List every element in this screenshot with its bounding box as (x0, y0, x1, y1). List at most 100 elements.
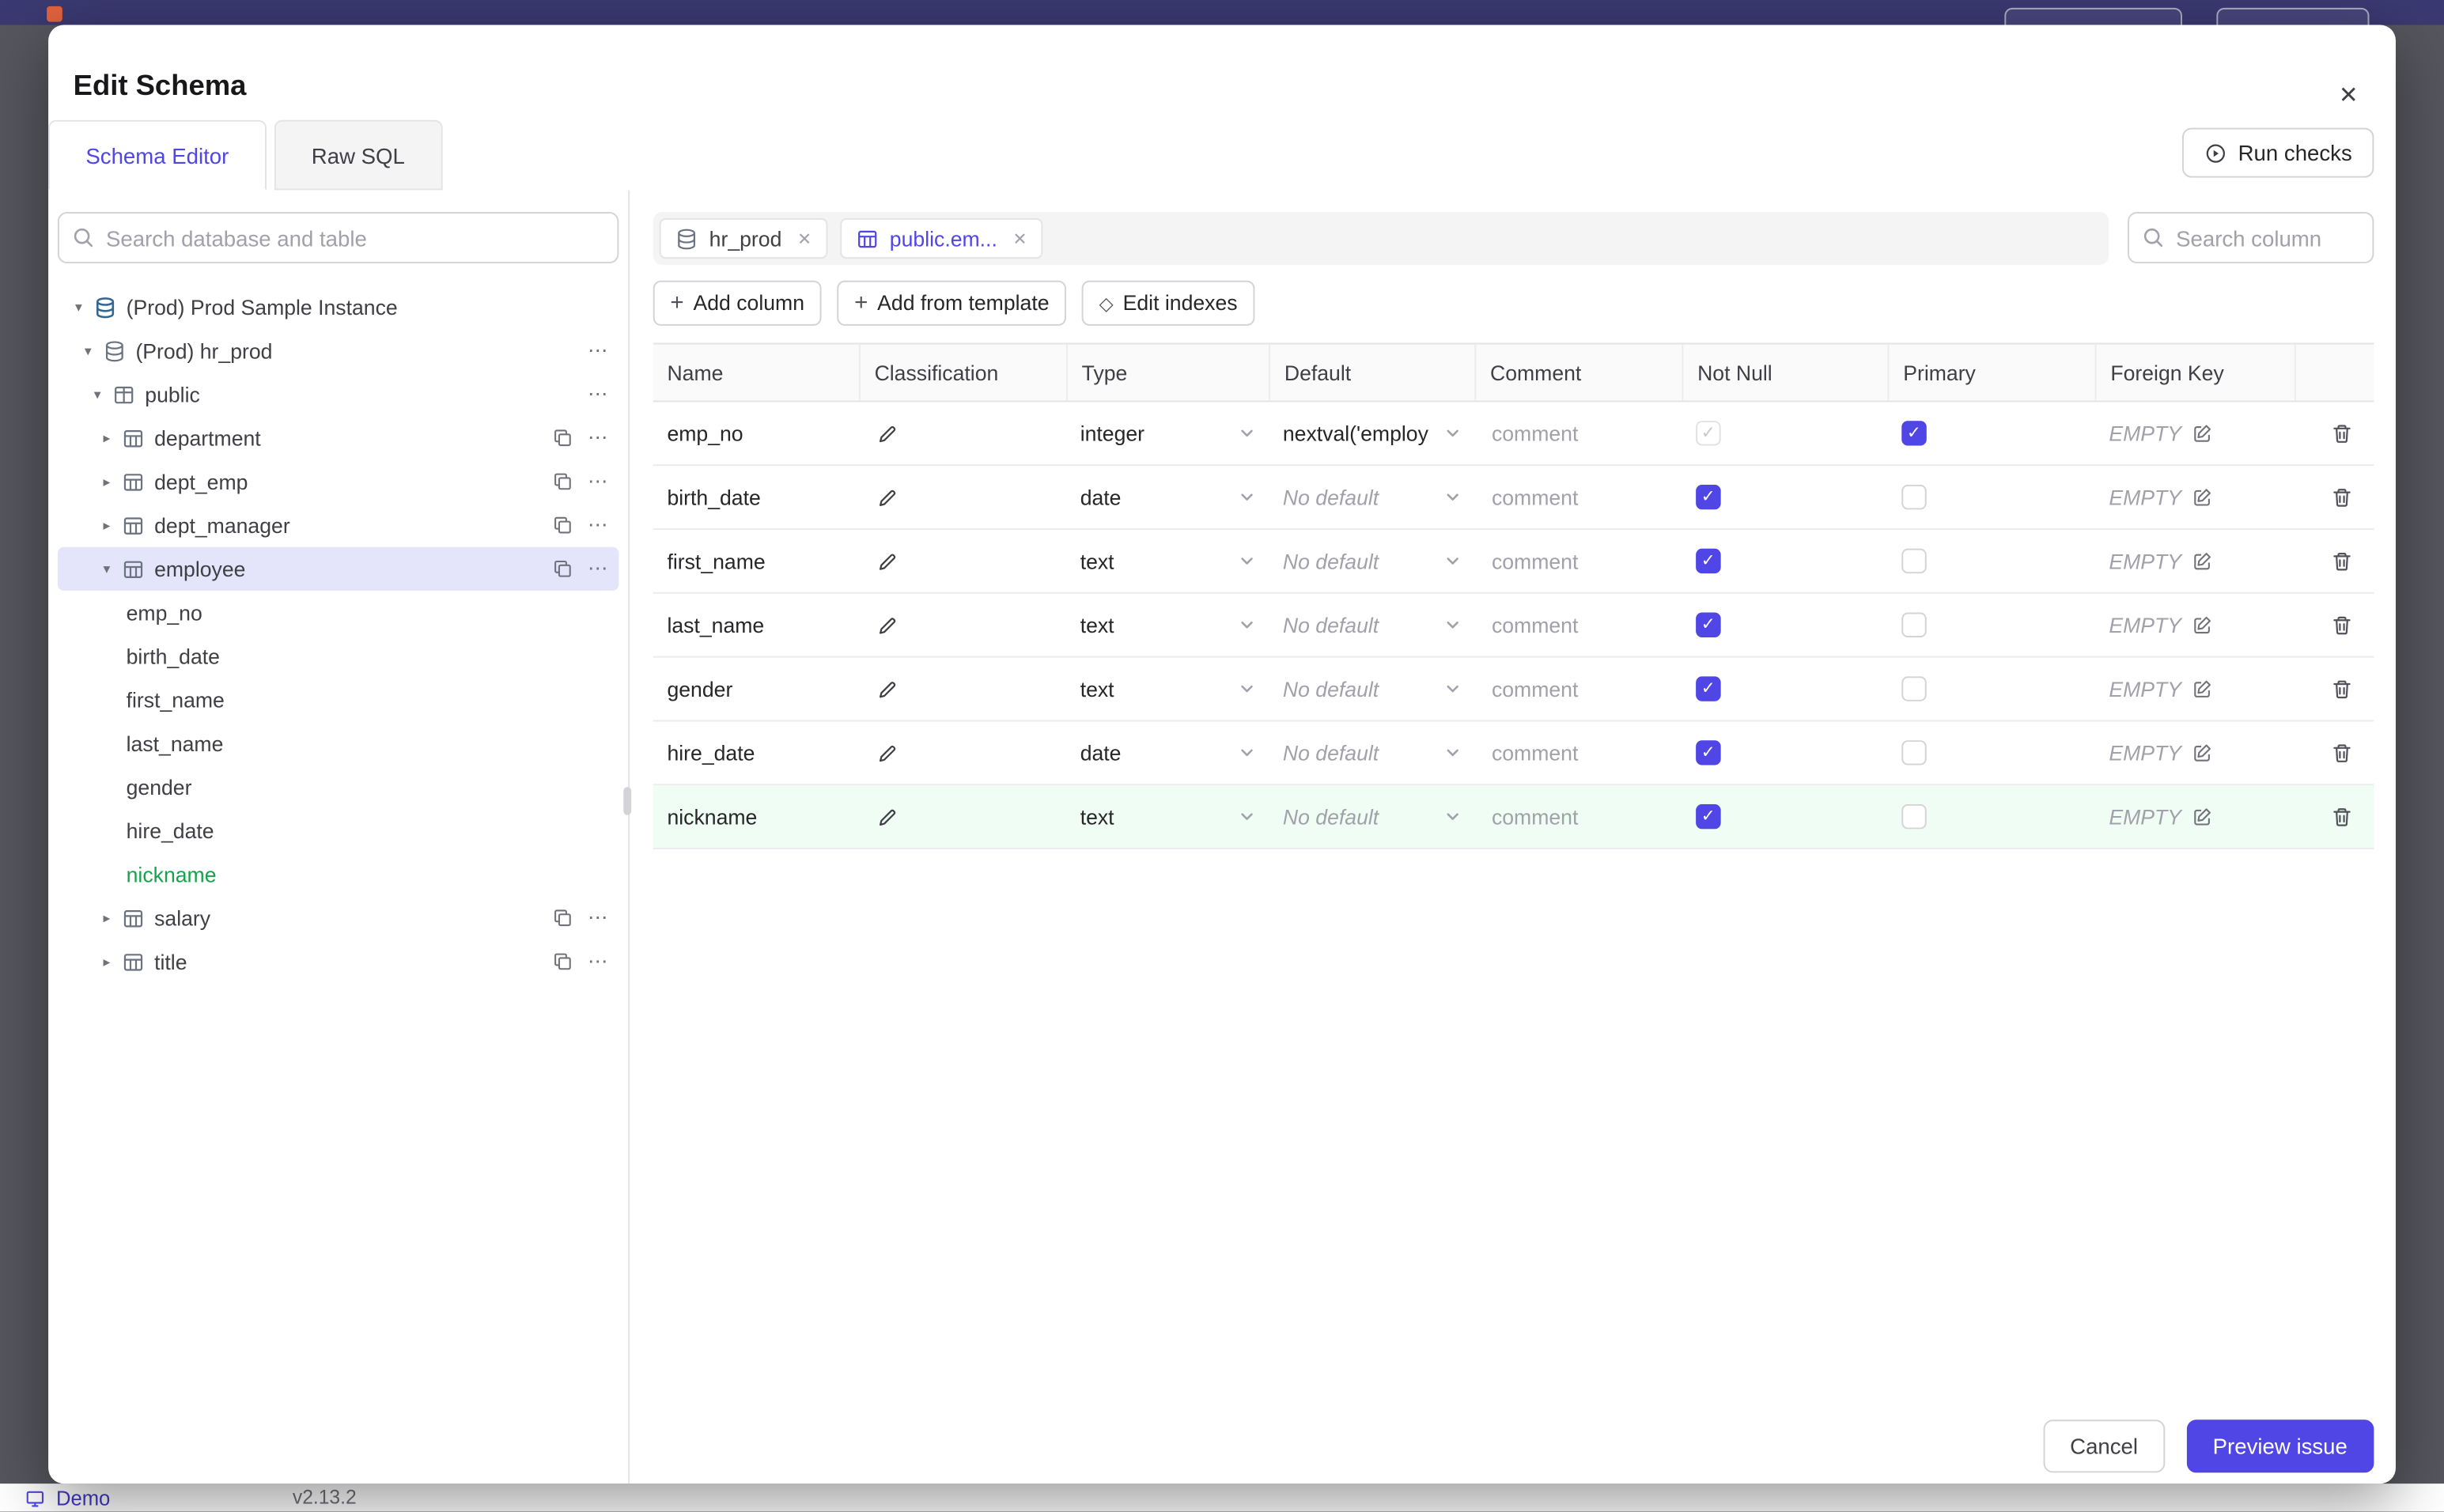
copy-icon[interactable] (552, 514, 574, 536)
chevron-right-icon[interactable]: ▸ (95, 953, 119, 970)
tree-item-prod-prod-sample-instance[interactable]: ▾ (Prod) Prod Sample Instance (58, 285, 619, 329)
database-search-input[interactable] (57, 212, 619, 264)
default-select[interactable]: No default (1269, 805, 1474, 828)
primary-checkbox[interactable] (1901, 484, 1927, 510)
more-options-icon[interactable]: ⋯ (588, 512, 610, 538)
chevron-down-icon[interactable]: ▾ (77, 342, 100, 360)
copy-icon[interactable] (552, 427, 574, 449)
comment-input[interactable] (1489, 547, 1651, 575)
not-null-checkbox[interactable]: ✓ (1696, 676, 1721, 701)
tree-item-last_name[interactable]: last_name (58, 721, 619, 765)
comment-input[interactable] (1489, 675, 1651, 702)
tree-item-gender[interactable]: gender (58, 765, 619, 809)
edit-foreign-key-icon[interactable] (2189, 612, 2215, 637)
comment-input[interactable] (1489, 611, 1651, 639)
copy-icon[interactable] (552, 951, 574, 973)
tree-item-title[interactable]: ▸ title ⋯ (58, 939, 619, 983)
column-name-cell[interactable]: gender (653, 677, 859, 701)
classification-pencil-icon[interactable] (873, 546, 902, 576)
default-select[interactable]: No default (1269, 550, 1474, 573)
column-name-cell[interactable]: last_name (653, 613, 859, 637)
copy-icon[interactable] (552, 558, 574, 580)
tree-item-hire_date[interactable]: hire_date (58, 809, 619, 852)
edit-foreign-key-icon[interactable] (2189, 804, 2215, 830)
type-select[interactable]: text (1066, 550, 1269, 573)
delete-column-icon[interactable] (2327, 418, 2356, 448)
chevron-right-icon[interactable]: ▸ (95, 516, 119, 534)
add-from-template-button[interactable]: + Add from template (837, 280, 1067, 326)
more-options-icon[interactable]: ⋯ (588, 905, 610, 931)
delete-column-icon[interactable] (2327, 482, 2356, 512)
not-null-checkbox[interactable]: ✓ (1696, 548, 1721, 574)
type-select[interactable]: date (1066, 486, 1269, 508)
close-icon[interactable]: ✕ (797, 229, 812, 249)
tree-item-prod-hr_prod[interactable]: ▾ (Prod) hr_prod ⋯ (58, 329, 619, 372)
chevron-right-icon[interactable]: ▸ (95, 473, 119, 490)
primary-checkbox[interactable] (1901, 676, 1927, 701)
add-column-button[interactable]: + Add column (653, 280, 822, 326)
type-select[interactable]: integer (1066, 421, 1269, 445)
edit-foreign-key-icon[interactable] (2189, 676, 2215, 701)
chevron-down-icon[interactable]: ▾ (85, 386, 109, 403)
primary-checkbox[interactable] (1901, 740, 1927, 765)
tree-item-salary[interactable]: ▸ salary ⋯ (58, 896, 619, 939)
tab-schema-editor[interactable]: Schema Editor (48, 119, 267, 191)
classification-pencil-icon[interactable] (873, 738, 902, 767)
type-select[interactable]: date (1066, 741, 1269, 765)
tree-item-department[interactable]: ▸ department ⋯ (58, 416, 619, 459)
tree-item-employee[interactable]: ▾ employee ⋯ (57, 546, 619, 591)
chevron-down-icon[interactable]: ▾ (95, 560, 119, 577)
classification-pencil-icon[interactable] (873, 674, 902, 703)
tree-item-public[interactable]: ▾ public ⋯ (58, 372, 619, 416)
primary-checkbox[interactable] (1901, 803, 1927, 830)
column-name-cell[interactable]: birth_date (653, 486, 859, 509)
column-name-cell[interactable]: hire_date (653, 741, 859, 765)
chevron-right-icon[interactable]: ▸ (95, 909, 119, 927)
more-options-icon[interactable]: ⋯ (588, 949, 610, 974)
more-options-icon[interactable]: ⋯ (588, 469, 610, 494)
tree-item-dept_emp[interactable]: ▸ dept_emp ⋯ (58, 459, 619, 503)
copy-icon[interactable] (552, 907, 574, 929)
comment-input[interactable] (1489, 803, 1651, 830)
delete-column-icon[interactable] (2327, 546, 2356, 576)
type-select[interactable]: text (1066, 613, 1269, 637)
default-select[interactable]: No default (1269, 486, 1474, 508)
more-options-icon[interactable]: ⋯ (588, 557, 610, 582)
run-checks-button[interactable]: Run checks (2181, 127, 2374, 178)
not-null-checkbox[interactable]: ✓ (1696, 740, 1721, 765)
delete-column-icon[interactable] (2327, 802, 2356, 831)
more-options-icon[interactable]: ⋯ (588, 425, 610, 451)
not-null-checkbox[interactable]: ✓ (1696, 612, 1721, 638)
comment-input[interactable] (1489, 483, 1651, 511)
cancel-button[interactable]: Cancel (2043, 1419, 2165, 1473)
close-icon[interactable]: ✕ (2332, 75, 2365, 115)
default-select[interactable]: No default (1269, 613, 1474, 637)
delete-column-icon[interactable] (2327, 610, 2356, 640)
more-options-icon[interactable]: ⋯ (588, 338, 610, 364)
demo-link[interactable]: Demo (56, 1486, 110, 1510)
default-select[interactable]: nextval('employ (1269, 421, 1474, 445)
column-name-cell[interactable]: first_name (653, 550, 859, 573)
classification-pencil-icon[interactable] (873, 802, 902, 831)
close-icon[interactable]: ✕ (1013, 229, 1027, 249)
tree-item-birth_date[interactable]: birth_date (58, 634, 619, 678)
not-null-checkbox[interactable]: ✓ (1696, 803, 1721, 830)
type-select[interactable]: text (1066, 677, 1269, 701)
classification-pencil-icon[interactable] (873, 482, 902, 512)
tree-scrollbar-thumb[interactable] (623, 787, 632, 815)
primary-checkbox[interactable] (1901, 612, 1927, 638)
copy-icon[interactable] (552, 471, 574, 493)
column-name-cell[interactable]: emp_no (653, 421, 859, 445)
comment-input[interactable] (1489, 739, 1651, 766)
edit-indexes-button[interactable]: ◇ Edit indexes (1081, 280, 1255, 326)
tab-chip-public-employee[interactable]: public.em... ✕ (839, 217, 1043, 259)
preview-issue-button[interactable]: Preview issue (2186, 1419, 2374, 1473)
tree-item-nickname[interactable]: nickname (58, 852, 619, 896)
tree-item-emp_no[interactable]: emp_no (58, 591, 619, 634)
tree-item-first_name[interactable]: first_name (58, 678, 619, 721)
classification-pencil-icon[interactable] (873, 610, 902, 640)
edit-foreign-key-icon[interactable] (2189, 421, 2215, 446)
primary-checkbox[interactable]: ✓ (1901, 421, 1927, 446)
comment-input[interactable] (1489, 420, 1651, 447)
tab-raw-sql[interactable]: Raw SQL (274, 119, 443, 191)
